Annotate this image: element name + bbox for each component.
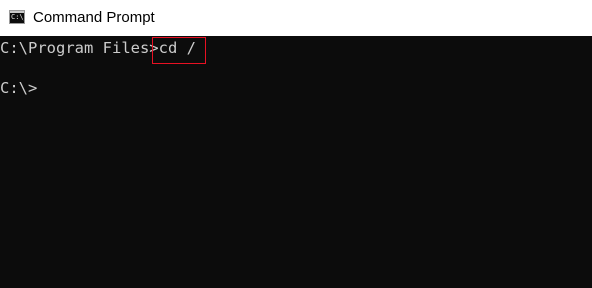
cmd-icon-glyph: C:\_ [11, 13, 24, 21]
prompt-text: C:\> [0, 79, 38, 97]
console-output[interactable]: C:\Program Files>cd / C:\> [0, 36, 592, 288]
command-highlight-box [152, 37, 206, 64]
cmd-icon: C:\_ [9, 10, 25, 24]
prompt-text: C:\Program Files> [0, 39, 159, 57]
console-line: C:\> [0, 78, 37, 98]
command-prompt-window: C:\_ Command Prompt C:\Program Files>cd … [0, 0, 592, 288]
window-title: Command Prompt [33, 9, 155, 26]
title-bar[interactable]: C:\_ Command Prompt [0, 0, 592, 36]
